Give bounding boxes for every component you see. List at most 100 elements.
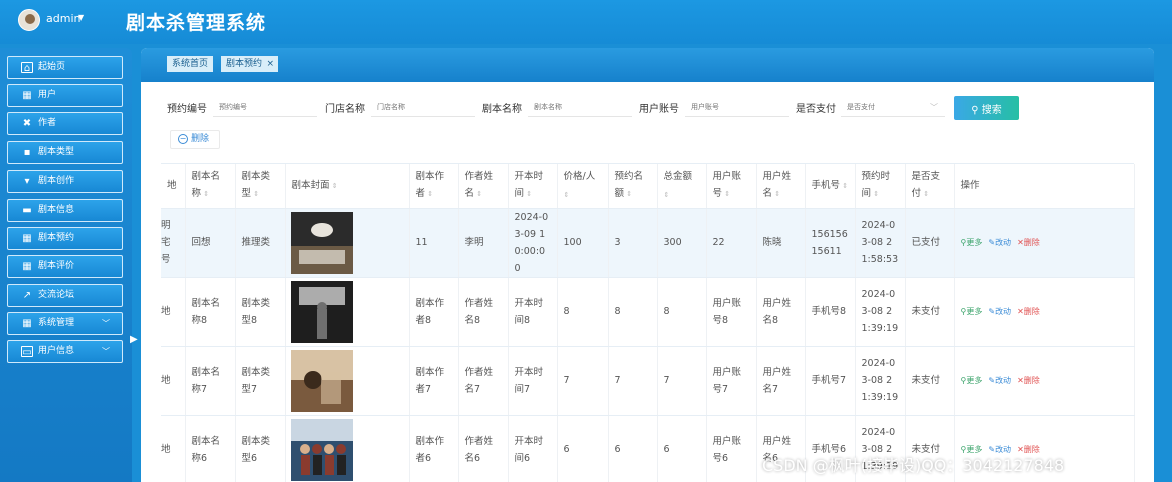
column-header[interactable]: 剧本类型 ⇕: [235, 164, 286, 209]
delete-link[interactable]: ✕ 删除: [1017, 375, 1040, 387]
table-row[interactable]: 明 宅 号回想 推理类 11 李明 2024-03-09 10:00:00 100 3 300…: [161, 208, 1135, 278]
sidebar-item-label: 剧本类型: [38, 147, 75, 157]
column-header-label: 总金额: [663, 170, 693, 182]
column-header[interactable]: 操作: [954, 164, 1135, 209]
column-header[interactable]: 总金额 ⇕: [657, 164, 707, 209]
minus-circle-icon: −: [178, 134, 188, 144]
table-cell: 剧本类型6: [235, 415, 286, 482]
table-cell: 7: [557, 346, 609, 416]
table-cell: 剧本作者8: [409, 277, 459, 347]
booking-table: 地剧本名称 ⇕ 剧本类型 ⇕ 剧本封面 ⇕ 剧本作者 ⇕ 作者姓名 ⇕ 开本时间 ⇕ 价格/…: [161, 163, 1135, 482]
sort-icon[interactable]: ⇕: [664, 191, 670, 199]
sidebar-item-5[interactable]: ▾ 剧本创作: [7, 170, 123, 193]
more-link[interactable]: ⚲ 更多: [961, 306, 983, 318]
script-cover-image: [290, 280, 353, 343]
table-cell: 已支付: [905, 208, 955, 278]
mouse-cursor-icon: ▶: [130, 334, 138, 345]
sidebar-item-3[interactable]: ✖ 作者: [7, 112, 123, 135]
sort-icon[interactable]: ⇕: [201, 190, 209, 198]
delete-link[interactable]: ✕ 删除: [1017, 444, 1040, 456]
table-cell: 7: [608, 346, 658, 416]
close-icon[interactable]: ×: [266, 56, 274, 72]
store-name-input[interactable]: [371, 98, 475, 117]
chevron-down-icon[interactable]: ﹀: [930, 102, 938, 113]
sort-icon[interactable]: ⇕: [921, 190, 929, 198]
column-header[interactable]: 用户姓名 ⇕: [756, 164, 806, 209]
sort-icon[interactable]: ⇕: [564, 191, 570, 199]
delete-link[interactable]: ✕ 删除: [1017, 306, 1040, 318]
main-panel: 系统首页 剧本预约× 预约编号 门店名称 剧本名称 用户账号 是否支付 ﹀ ⚲ …: [141, 48, 1154, 482]
sort-icon[interactable]: ⇕: [425, 190, 433, 198]
chart-icon: ↗: [22, 290, 32, 301]
edit-label: 改动: [995, 237, 1012, 247]
user-account-input[interactable]: [685, 98, 789, 117]
sort-icon[interactable]: ⇕: [772, 190, 780, 198]
sort-icon[interactable]: ⇕: [840, 182, 848, 190]
column-header[interactable]: 剧本封面 ⇕: [285, 164, 410, 209]
table-cell: 手机号8: [805, 277, 856, 347]
column-header[interactable]: 是否支付 ⇕: [905, 164, 955, 209]
script-name-input[interactable]: [528, 98, 632, 117]
table-cell: 手机号7: [805, 346, 856, 416]
sidebar-item-8[interactable]: ▦ 剧本评价: [7, 255, 123, 278]
breadcrumb-home[interactable]: 系统首页: [167, 56, 214, 72]
edit-link[interactable]: ✎ 改动: [988, 237, 1011, 249]
column-header[interactable]: 地: [161, 164, 186, 209]
close-icon: ✕: [1017, 306, 1024, 316]
more-link[interactable]: ⚲ 更多: [961, 375, 983, 387]
booking-no-input[interactable]: [213, 98, 317, 117]
more-label: 更多: [966, 237, 983, 247]
table-cell: 推理类: [235, 208, 286, 278]
table-cell: 未支付: [905, 277, 955, 347]
sort-icon[interactable]: ⇕: [871, 190, 879, 198]
avatar[interactable]: [18, 9, 40, 31]
column-header[interactable]: 剧本名称 ⇕: [185, 164, 236, 209]
user-menu[interactable]: admin: [46, 12, 80, 25]
sort-icon[interactable]: ⇕: [474, 190, 482, 198]
table-row[interactable]: 地剧本名称8 剧本类型8 剧本作者8 作者姓名8 开本时间8 8 8 8 用户账号8 用户姓名8 手…: [161, 277, 1135, 347]
table-row[interactable]: 地剧本名称7 剧本类型7 剧本作者7 作者姓名7 开本时间7 7 7 7 用户账号7 用户姓名7 手…: [161, 346, 1135, 416]
sidebar-item-4[interactable]: ▪ 剧本类型: [7, 141, 123, 164]
edit-link[interactable]: ✎ 改动: [988, 444, 1011, 456]
sidebar-item-10[interactable]: ▦ 系统管理 ﹀: [7, 312, 123, 335]
column-header[interactable]: 剧本作者 ⇕: [409, 164, 459, 209]
column-header-label: 操作: [960, 180, 980, 192]
sort-icon[interactable]: ⇕: [251, 190, 259, 198]
sort-icon[interactable]: ⇕: [330, 182, 338, 190]
sort-icon[interactable]: ⇕: [722, 190, 730, 198]
chevron-down-icon[interactable]: ﹀: [102, 313, 110, 334]
edit-link[interactable]: ✎ 改动: [988, 375, 1011, 387]
sidebar-item-7[interactable]: ▦ 剧本预约: [7, 227, 123, 250]
column-header[interactable]: 手机号 ⇕: [805, 164, 856, 209]
sidebar-item-11[interactable]: ▭ 用户信息 ﹀: [7, 340, 123, 363]
script-cover-image: [290, 418, 353, 481]
sort-icon[interactable]: ⇕: [624, 190, 632, 198]
edit-link[interactable]: ✎ 改动: [988, 306, 1011, 318]
more-link[interactable]: ⚲ 更多: [961, 444, 983, 456]
more-link[interactable]: ⚲ 更多: [961, 237, 983, 249]
column-header[interactable]: 用户账号 ⇕: [706, 164, 757, 209]
table-cell: 地: [161, 415, 186, 482]
batch-delete-button[interactable]: − 删除: [170, 130, 220, 149]
sort-icon[interactable]: ⇕: [524, 190, 532, 198]
delete-link[interactable]: ✕ 删除: [1017, 237, 1040, 249]
more-label: 更多: [966, 375, 983, 385]
sidebar-item-2[interactable]: ▦ 用户: [7, 84, 123, 107]
caret-down-icon[interactable]: ▼: [78, 13, 84, 22]
column-header[interactable]: 作者姓名 ⇕: [458, 164, 509, 209]
column-header[interactable]: 开本时间 ⇕: [508, 164, 558, 209]
grid-icon: ▦: [22, 233, 32, 244]
table-row[interactable]: 地剧本名称6 剧本类型6 剧本作者6 作者姓名6 开本时间6 6 6 6 用户账号6 用户姓名6 手…: [161, 415, 1135, 482]
table-cell: 剧本作者7: [409, 346, 459, 416]
sidebar-item-1[interactable]: ⌂ 起始页: [7, 56, 123, 79]
table-cell: 作者姓名8: [458, 277, 509, 347]
sidebar-item-6[interactable]: ▬ 剧本信息: [7, 199, 123, 222]
search-button[interactable]: ⚲ 搜索: [954, 96, 1019, 120]
chevron-down-icon[interactable]: ﹀: [102, 341, 110, 362]
sidebar-item-label: 系统管理: [38, 318, 75, 328]
column-header[interactable]: 价格/人 ⇕: [557, 164, 609, 209]
breadcrumb-current[interactable]: 剧本预约 ×: [221, 56, 279, 72]
column-header[interactable]: 预约时间 ⇕: [855, 164, 906, 209]
sidebar-item-9[interactable]: ↗ 交流论坛: [7, 284, 123, 307]
column-header[interactable]: 预约名额 ⇕: [608, 164, 658, 209]
